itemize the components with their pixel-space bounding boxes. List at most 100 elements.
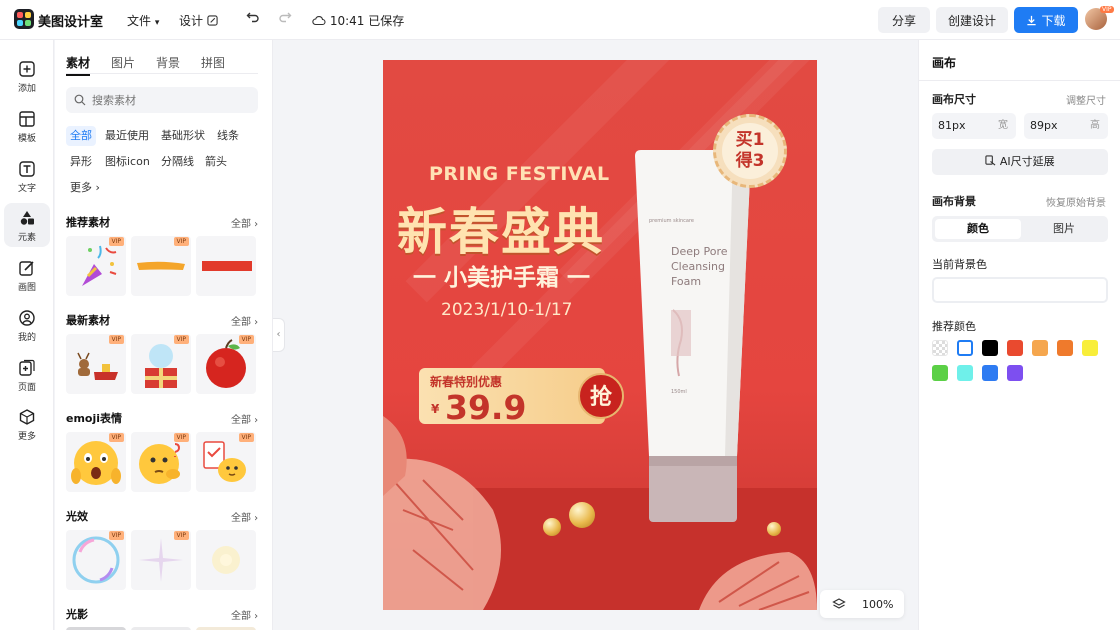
material-thumb[interactable]: VIP [131,334,191,394]
vip-badge: VIP [173,433,189,442]
material-thumb[interactable]: VIP [131,432,191,492]
app-logo[interactable] [14,9,34,29]
color-swatch[interactable] [957,365,973,381]
material-thumb[interactable]: VIP [66,236,126,296]
cube-icon [19,409,35,425]
zoom-level[interactable]: 100% [862,598,893,611]
product-tube-image[interactable]: premium skincare 150ml [633,150,753,526]
zoom-control[interactable]: 100% [820,590,904,618]
draw-icon [19,261,34,276]
gold-pearl [767,522,781,536]
share-button-label: 分享 [891,13,916,28]
tab-divider [66,73,258,74]
tab-image[interactable]: 图片 [1021,219,1107,239]
chip-all[interactable]: 全部 [66,126,96,146]
chevron-left-icon: ‹ [276,329,281,340]
current-bg-color-field[interactable] [932,277,1108,303]
chip-icons[interactable]: 图标icon [101,152,154,172]
undo-icon[interactable] [244,10,262,28]
chip-basic-shapes[interactable]: 基础形状 [157,126,209,146]
color-swatch[interactable] [1057,340,1073,356]
width-field[interactable]: 81px 宽 [932,113,1016,139]
poster-subtitle[interactable]: PRING FESTIVAL [429,163,610,185]
create-design-button[interactable]: 创建设计 [936,7,1008,33]
section-all-latest[interactable]: 全部 › [231,313,258,328]
file-menu[interactable]: 文件 ▾ [127,12,159,29]
nav-item-text[interactable]: 文字 [4,154,50,198]
design-canvas[interactable]: PRING FESTIVAL 新春盛典 一 小美护手霜 一 2023/1/10-… [383,60,817,610]
layers-icon[interactable] [832,597,846,611]
reset-bg-link[interactable]: 恢复原始背景 [1046,194,1106,209]
poster-date[interactable]: 2023/1/10-1/17 [441,300,572,320]
nav-item-elements[interactable]: 元素 [4,203,50,247]
material-thumb[interactable] [196,236,256,296]
left-nav: 添加 模板 文字 元素 画图 我的 页面 更多 [0,40,54,630]
nav-item-add[interactable]: 添加 [4,54,50,98]
color-swatch[interactable] [932,365,948,381]
chip-irregular[interactable]: 异形 [66,152,96,172]
material-thumb[interactable]: VIP [131,236,191,296]
chevron-down-icon: ▾ [154,18,160,28]
collapse-panel-handle[interactable]: ‹ [273,318,285,352]
nav-item-draw[interactable]: 画图 [4,253,50,297]
save-status-text: 10:41 已保存 [329,14,405,28]
chevron-right-icon: › [95,181,100,194]
material-thumb[interactable]: VIP [196,334,256,394]
search-box[interactable] [66,87,258,113]
search-input[interactable] [92,93,242,107]
nav-label-text: 文字 [17,184,36,194]
nav-item-mine[interactable]: 我的 [4,303,50,347]
material-thumb[interactable]: VIP [66,334,126,394]
poster-title[interactable]: 新春盛典 [397,192,605,264]
design-menu[interactable]: 设计 [179,12,218,29]
grab-badge: 抢 [578,373,624,419]
share-button[interactable]: 分享 [878,7,930,33]
nav-item-template[interactable]: 模板 [4,104,50,148]
material-thumb[interactable] [196,530,256,590]
color-swatch[interactable] [1032,340,1048,356]
nav-item-page[interactable]: 页面 [4,353,50,397]
tab-color[interactable]: 颜色 [935,219,1021,239]
tube-brand: premium skincare [649,218,694,224]
panel-divider [919,80,1120,81]
resize-link[interactable]: 调整尺寸 [1066,92,1106,107]
edit-icon [207,15,218,26]
top-bar: 美图设计室 文件 ▾ 设计 10:41 已保存 分享 创建设计 下载 VIP [0,0,1120,40]
section-all-emoji[interactable]: 全部 › [231,411,258,426]
panel-title: 画布 [932,56,957,70]
material-thumb[interactable]: VIP [131,530,191,590]
material-thumb[interactable]: VIP [196,432,256,492]
gold-pearl [543,518,561,536]
color-swatch[interactable] [932,340,948,356]
color-swatch[interactable] [982,340,998,356]
material-thumb[interactable]: VIP [66,432,126,492]
section-all-recommended[interactable]: 全部 › [231,215,258,230]
red-bar-image [202,261,252,271]
material-panel: 素材 图片 背景 拼图 全部 最近使用 基础形状 线条 异形 图标icon 分隔… [55,40,273,630]
nav-item-more[interactable]: 更多 [4,402,50,446]
color-swatch[interactable] [1007,365,1023,381]
price-tag[interactable]: 新春特别优惠 ¥ 39.9 抢 [419,368,624,427]
section-all-light-shadow[interactable]: 全部 › [231,607,258,622]
ai-resize-button[interactable]: AI尺寸延展 [932,149,1108,175]
color-swatch[interactable] [957,340,973,356]
chip-more[interactable]: 更多 › [66,178,104,198]
chip-arrows[interactable]: 箭头 [201,152,231,172]
material-thumb[interactable]: VIP [66,530,126,590]
chip-lines[interactable]: 线条 [213,126,243,146]
redo-icon[interactable] [276,10,294,28]
promo-badge[interactable]: 买1 得3 [713,114,787,188]
section-all-light-effects[interactable]: 全部 › [231,509,258,524]
color-swatch[interactable] [982,365,998,381]
poster-product-name[interactable]: 一 小美护手霜 一 [413,258,590,292]
color-swatch[interactable] [1082,340,1098,356]
vip-badge: VIP [108,237,124,246]
section-title-light-effects: 光效 [66,510,88,523]
color-swatch[interactable] [1007,340,1023,356]
chip-dividers[interactable]: 分隔线 [157,152,198,172]
download-button[interactable]: 下载 [1014,7,1078,33]
chip-recent[interactable]: 最近使用 [101,126,153,146]
height-field[interactable]: 89px 高 [1024,113,1108,139]
vip-badge: VIP [173,237,189,246]
avatar-vip-badge: VIP [1100,6,1114,13]
